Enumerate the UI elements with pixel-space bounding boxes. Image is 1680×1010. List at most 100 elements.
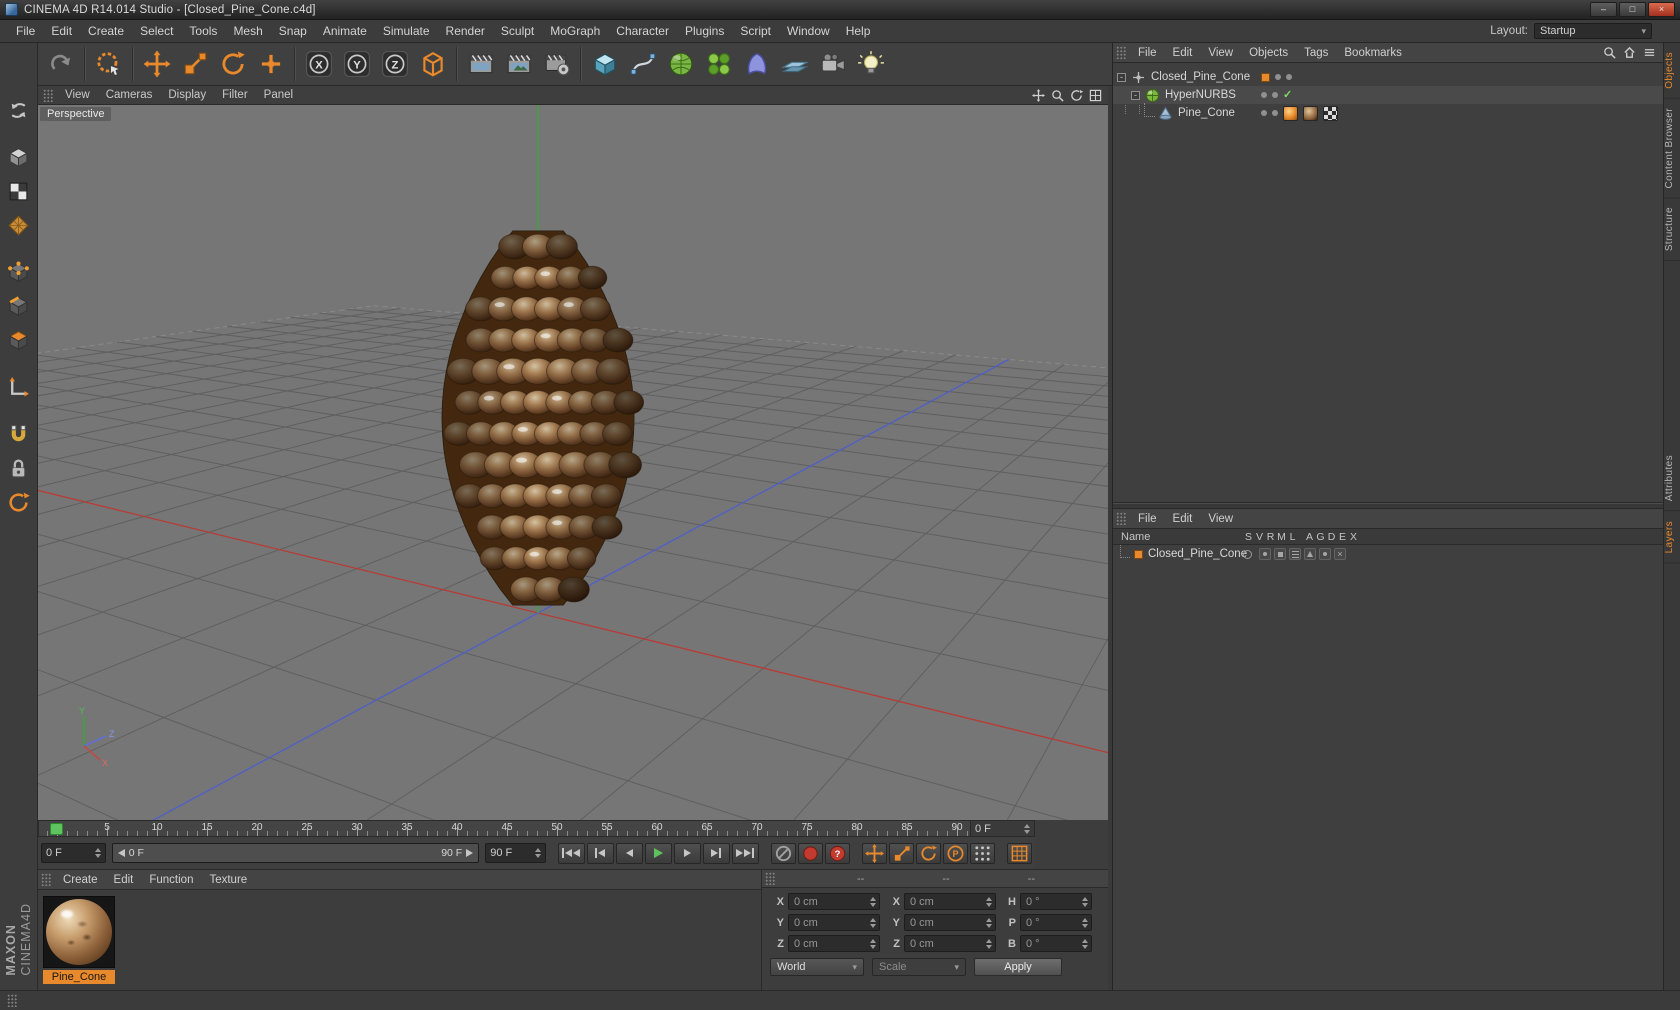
side-tab-structure[interactable]: Structure xyxy=(1664,198,1680,262)
last-tool-icon[interactable] xyxy=(252,46,289,83)
position-x-field[interactable]: 0 cm xyxy=(788,893,880,910)
uvw-tag-icon[interactable] xyxy=(1323,105,1338,121)
view-options-icon[interactable] xyxy=(1642,45,1657,60)
material-menu-function[interactable]: Function xyxy=(141,874,201,886)
size-z-field[interactable]: 0 cm xyxy=(904,935,996,952)
menubar-item-snap[interactable]: Snap xyxy=(271,24,315,38)
keyframe-presets-button[interactable] xyxy=(1006,842,1032,864)
previous-frame-button[interactable] xyxy=(615,842,643,864)
render-picture-viewer-icon[interactable] xyxy=(500,46,537,83)
editor-visibility-dot[interactable] xyxy=(1261,92,1267,98)
menubar-item-script[interactable]: Script xyxy=(732,24,779,38)
goto-start-button[interactable] xyxy=(557,842,585,864)
stepper[interactable] xyxy=(1082,917,1088,928)
object-row-closed-pine-cone[interactable]: - Closed_Pine_Cone xyxy=(1113,68,1663,86)
range-start-field[interactable]: 0 F xyxy=(41,843,106,863)
stepper[interactable] xyxy=(870,938,876,949)
rotate-workplane-icon[interactable] xyxy=(4,487,34,517)
row-toggle-icon[interactable] xyxy=(1289,548,1301,560)
search-icon[interactable] xyxy=(1602,45,1617,60)
add-floor-icon[interactable] xyxy=(776,46,813,83)
menubar-item-tools[interactable]: Tools xyxy=(181,24,225,38)
viewport-view-label[interactable]: Perspective xyxy=(40,107,112,121)
timeline-ruler[interactable]: 051015202530354045505560657075808590 0 F xyxy=(38,820,1035,837)
render-visibility-dot[interactable] xyxy=(1272,92,1278,98)
row-toggle-icon[interactable] xyxy=(1319,548,1331,560)
menubar-item-select[interactable]: Select xyxy=(132,24,181,38)
record-active-objects-button[interactable] xyxy=(797,842,823,864)
range-right-arrow-icon[interactable] xyxy=(466,849,474,857)
range-end-stepper[interactable] xyxy=(534,848,541,858)
key-point-level-button[interactable] xyxy=(969,842,995,864)
viewport-menu-display[interactable]: Display xyxy=(160,89,214,101)
lock-x-icon[interactable]: X xyxy=(300,46,337,83)
rotate-view-icon[interactable] xyxy=(1069,88,1084,103)
object-manager-menu-file[interactable]: File xyxy=(1130,47,1165,59)
render-view-icon[interactable] xyxy=(462,46,499,83)
goto-previous-key-button[interactable] xyxy=(586,842,614,864)
material-item[interactable]: Pine_Cone xyxy=(43,896,119,984)
panel-grip[interactable] xyxy=(7,994,18,1007)
goto-next-key-button[interactable] xyxy=(702,842,730,864)
menubar-item-animate[interactable]: Animate xyxy=(315,24,375,38)
close-button[interactable]: × xyxy=(1648,2,1675,17)
menubar-item-window[interactable]: Window xyxy=(779,24,838,38)
position-y-field[interactable]: 0 cm xyxy=(788,914,880,931)
position-header-dropdown[interactable]: -- xyxy=(857,873,864,885)
stepper[interactable] xyxy=(986,917,992,928)
add-deformer-icon[interactable] xyxy=(738,46,775,83)
toggle-panels-icon[interactable] xyxy=(1088,88,1103,103)
live-selection-icon[interactable] xyxy=(90,46,127,83)
menubar-item-simulate[interactable]: Simulate xyxy=(375,24,438,38)
maximize-button[interactable]: □ xyxy=(1619,2,1646,17)
side-tab-content-browser[interactable]: Content Browser xyxy=(1664,98,1680,199)
next-frame-button[interactable] xyxy=(673,842,701,864)
model-mode-icon[interactable] xyxy=(4,142,34,172)
add-camera-icon[interactable] xyxy=(814,46,851,83)
object-manager-menu-edit[interactable]: Edit xyxy=(1165,47,1201,59)
edges-mode-icon[interactable] xyxy=(4,291,34,321)
rotation-header-dropdown[interactable]: -- xyxy=(1028,873,1035,885)
lock-y-icon[interactable]: Y xyxy=(338,46,375,83)
menubar-item-mesh[interactable]: Mesh xyxy=(225,24,270,38)
size-y-field[interactable]: 0 cm xyxy=(904,914,996,931)
object-name[interactable]: Closed_Pine_Cone xyxy=(1151,71,1250,83)
snap-icon[interactable] xyxy=(4,419,34,449)
object-manager-menu-view[interactable]: View xyxy=(1200,47,1241,59)
move-icon[interactable] xyxy=(138,46,175,83)
range-left-arrow-icon[interactable] xyxy=(117,849,125,857)
rotation-p-field[interactable]: 0 ° xyxy=(1020,914,1092,931)
menubar-item-help[interactable]: Help xyxy=(838,24,879,38)
home-icon[interactable] xyxy=(1622,45,1637,60)
render-settings-icon[interactable] xyxy=(538,46,575,83)
object-manager-menu-bookmarks[interactable]: Bookmarks xyxy=(1336,47,1410,59)
row-toggle-icon[interactable] xyxy=(1259,548,1271,560)
layer-manager-menu-file[interactable]: File xyxy=(1130,513,1165,525)
menubar-item-edit[interactable]: Edit xyxy=(43,24,80,38)
enabled-check-icon[interactable]: ✓ xyxy=(1283,89,1292,101)
size-mode-dropdown[interactable]: Scale ▾ xyxy=(872,958,966,976)
layer-color-chip[interactable] xyxy=(1261,72,1270,82)
layer-row-closed-pine-cone[interactable]: Closed_Pine_Cone × xyxy=(1113,544,1663,563)
menubar-item-create[interactable]: Create xyxy=(80,24,132,38)
viewport[interactable]: Perspective Y Z X xyxy=(38,105,1108,820)
object-row-hypernurbs[interactable]: - HyperNURBS ✓ xyxy=(1113,86,1663,104)
range-start-stepper[interactable] xyxy=(94,848,101,858)
workplane-mode-icon[interactable] xyxy=(4,210,34,240)
row-toggle-icon[interactable] xyxy=(1304,548,1316,560)
lock-workplane-icon[interactable] xyxy=(4,453,34,483)
key-scale-button[interactable] xyxy=(888,842,914,864)
layer-manager-menu-edit[interactable]: Edit xyxy=(1165,513,1201,525)
phong-tag-icon[interactable] xyxy=(1283,105,1298,121)
viewport-menu-view[interactable]: View xyxy=(57,89,98,101)
solo-toggle-icon[interactable] xyxy=(1243,549,1252,559)
points-mode-icon[interactable] xyxy=(4,257,34,287)
panel-grip[interactable] xyxy=(41,873,52,886)
side-tab-layers[interactable]: Layers xyxy=(1664,511,1680,564)
texture-mode-icon[interactable] xyxy=(4,176,34,206)
zoom-view-icon[interactable] xyxy=(1050,88,1065,103)
add-hypernurbs-icon[interactable] xyxy=(662,46,699,83)
scale-icon[interactable] xyxy=(176,46,213,83)
polygons-mode-icon[interactable] xyxy=(4,325,34,355)
goto-end-button[interactable] xyxy=(731,842,759,864)
